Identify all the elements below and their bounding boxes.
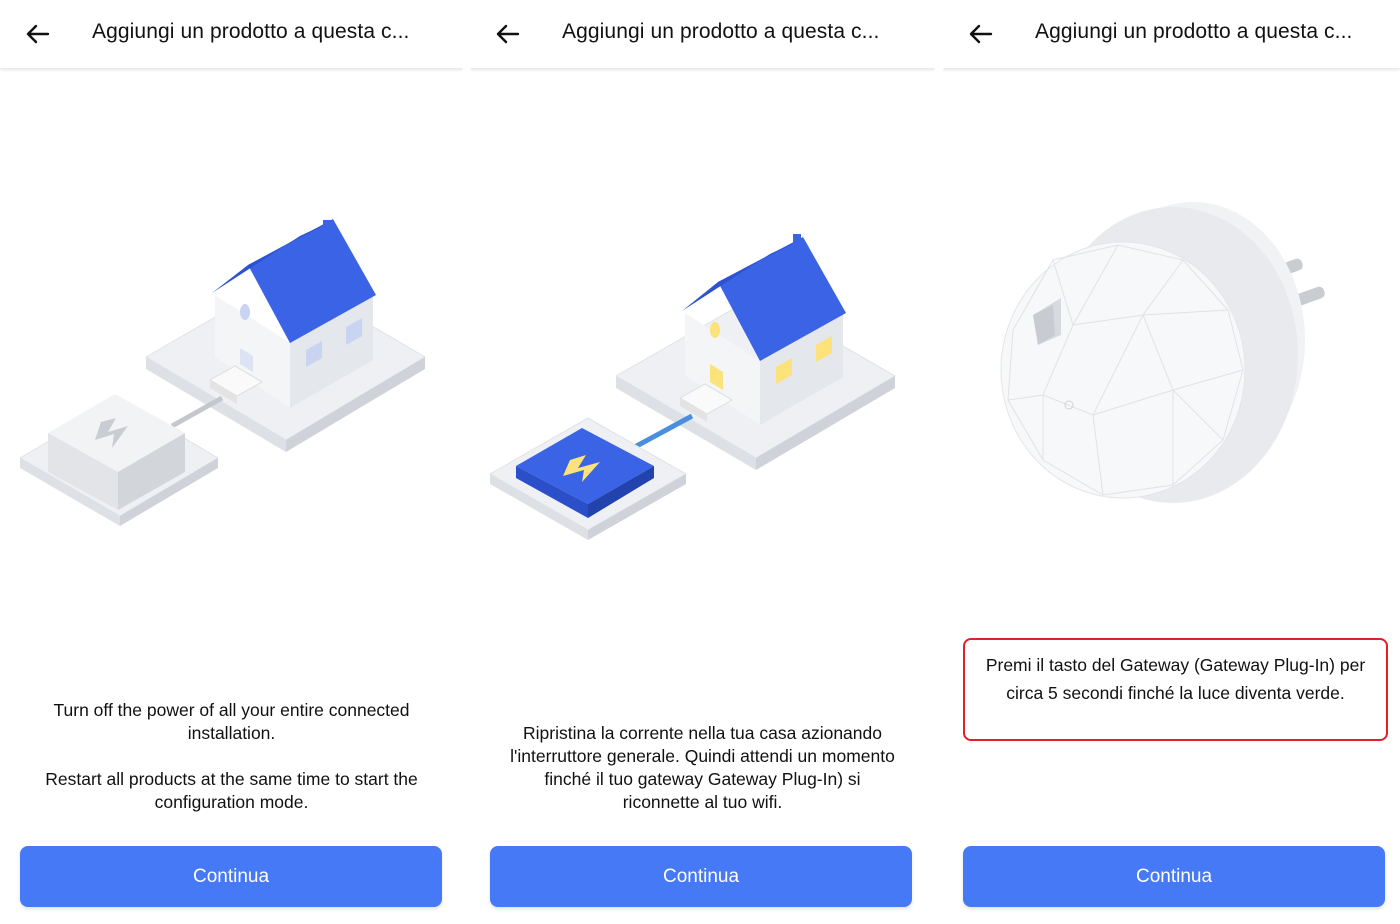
arrow-left-icon: [26, 24, 50, 44]
continue-button[interactable]: Continua: [963, 846, 1385, 907]
page-title: Aggiungi un prodotto a questa c...: [1035, 20, 1353, 43]
house-power-off-illustration: [0, 150, 463, 570]
arrow-left-icon: [969, 24, 993, 44]
instruction-text-1: Turn off the power of all your entire co…: [53, 700, 410, 743]
instruction-text-2: Restart all products at the same time to…: [45, 769, 418, 812]
page-title: Aggiungi un prodotto a questa c...: [92, 20, 410, 43]
top-bar: Aggiungi un prodotto a questa c...: [0, 0, 463, 68]
screen-step-2: Aggiungi un prodotto a questa c... Ripri…: [470, 0, 935, 924]
back-button[interactable]: [965, 18, 997, 50]
screen-step-3: Aggiungi un prodotto a questa c... Premi…: [943, 0, 1400, 924]
house-power-on-illustration: [470, 150, 935, 570]
arrow-left-icon: [496, 24, 520, 44]
highlighted-instruction: Premi il tasto del Gateway (Gateway Plug…: [963, 638, 1388, 741]
instruction-text: Ripristina la corrente nella tua casa az…: [510, 723, 895, 812]
back-button[interactable]: [492, 18, 524, 50]
back-button[interactable]: [22, 18, 54, 50]
screen-step-1: Aggiungi un prodotto a questa c... Turn …: [0, 0, 463, 924]
gateway-plug-in-device: [943, 150, 1400, 570]
top-bar: Aggiungi un prodotto a questa c...: [943, 0, 1400, 68]
continue-button[interactable]: Continua: [490, 846, 912, 907]
continue-button[interactable]: Continua: [20, 846, 442, 907]
top-bar: Aggiungi un prodotto a questa c...: [470, 0, 935, 68]
page-title: Aggiungi un prodotto a questa c...: [562, 20, 880, 43]
